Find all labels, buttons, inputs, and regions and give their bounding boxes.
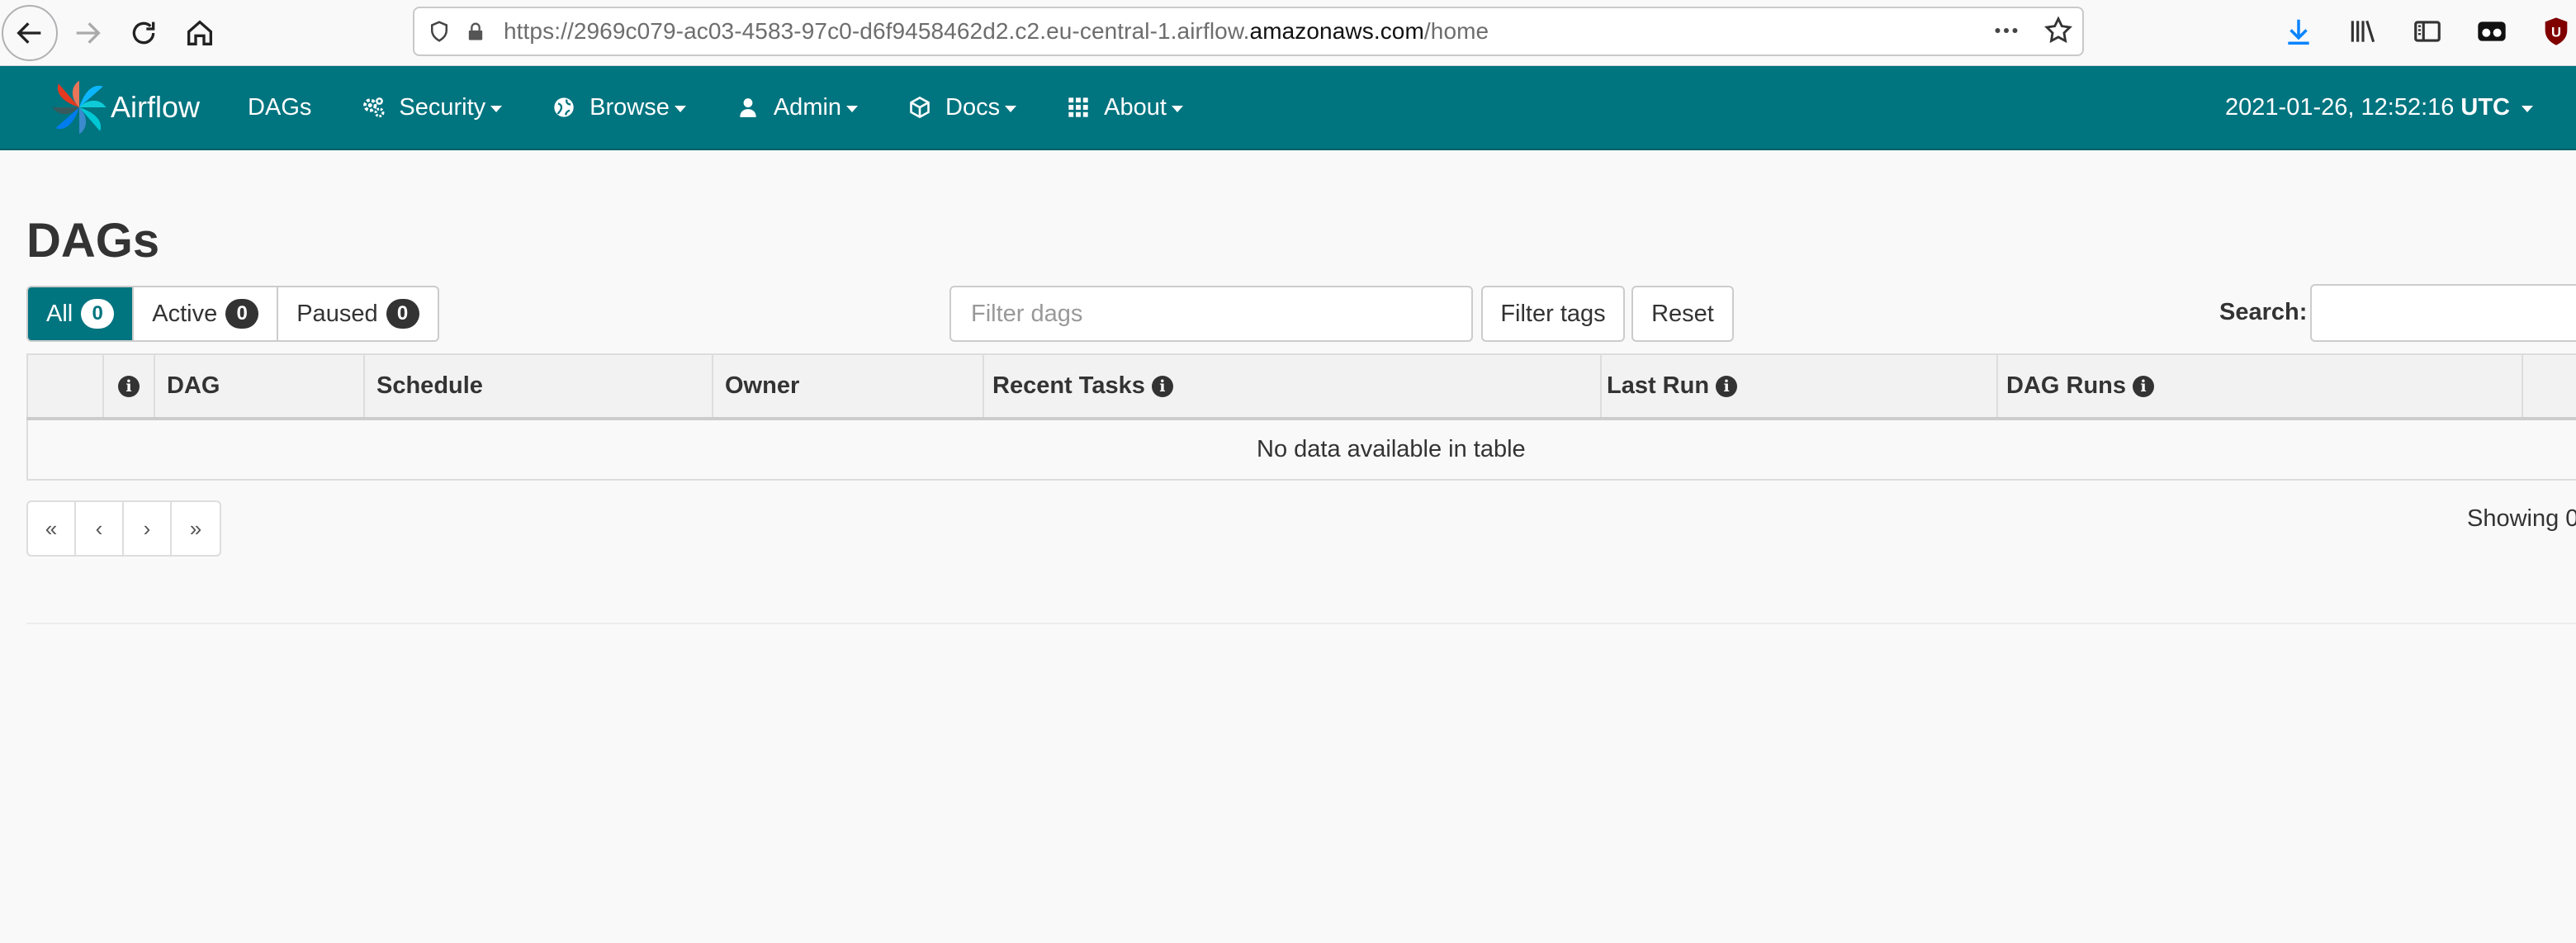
ublock-icon[interactable]: U xyxy=(2536,12,2576,51)
sidebar-icon[interactable] xyxy=(2408,12,2447,51)
col-dag[interactable]: DAG xyxy=(154,353,365,420)
url-prefix: https://2969c079-ac03-4583-97c0-d6f94584… xyxy=(504,18,1250,44)
pagination: « ‹ › » xyxy=(26,500,221,557)
dags-table: i DAG Schedule Owner Recent Tasks i Last … xyxy=(26,353,2576,481)
nav-docs[interactable]: Docs xyxy=(907,93,1017,121)
nav-admin[interactable]: Admin xyxy=(736,93,859,121)
dag-status-filter: All 0 Active 0 Paused 0 xyxy=(26,286,439,342)
brand-link[interactable]: Airflow xyxy=(50,78,200,137)
caret-down-icon xyxy=(490,106,503,112)
col-last-run[interactable]: Last Run i xyxy=(1600,353,1998,420)
search-label: Search: xyxy=(2219,299,2308,325)
nav-browse-label: Browse xyxy=(590,93,670,121)
table-row: No data available in table xyxy=(26,418,2576,481)
library-icon[interactable] xyxy=(2343,12,2383,51)
count-badge: 0 xyxy=(81,299,115,329)
tab-paused-label: Paused xyxy=(296,300,378,327)
globe-icon xyxy=(552,95,576,120)
nav-browse[interactable]: Browse xyxy=(552,94,686,121)
last-page-button[interactable]: » xyxy=(172,502,220,555)
nav-security[interactable]: Security xyxy=(361,93,503,121)
col-recent-tasks-label: Recent Tasks xyxy=(992,372,1145,399)
info-icon[interactable]: i xyxy=(118,376,140,398)
grid-icon xyxy=(1066,95,1091,120)
extension-icon[interactable] xyxy=(2472,12,2512,51)
col-last-run-label: Last Run xyxy=(1607,372,1710,399)
showing-count: Showing 0 xyxy=(2467,505,2576,532)
tab-active[interactable]: Active 0 xyxy=(134,287,279,340)
url-text[interactable]: https://2969c079-ac03-4583-97c0-d6f94584… xyxy=(504,18,1489,45)
next-page-button[interactable]: › xyxy=(124,502,172,555)
tab-all-label: All xyxy=(46,300,73,327)
empty-table-message: No data available in table xyxy=(26,418,2576,481)
url-path: /home xyxy=(1423,18,1489,44)
caret-down-icon xyxy=(2522,106,2533,112)
brand-text: Airflow xyxy=(111,90,201,124)
first-page-button[interactable]: « xyxy=(28,502,76,555)
airflow-navbar: Airflow DAGs Security Browse Admin Docs … xyxy=(0,66,2576,150)
nav-dags[interactable]: DAGs xyxy=(248,94,311,121)
col-toggle[interactable] xyxy=(26,353,104,420)
tab-active-label: Active xyxy=(152,300,218,327)
count-badge: 0 xyxy=(386,299,419,329)
forward-icon[interactable] xyxy=(61,7,114,59)
tab-paused[interactable]: Paused 0 xyxy=(278,287,437,340)
page-title: DAGs xyxy=(26,214,160,268)
col-dag-runs[interactable]: DAG Runs i xyxy=(1996,353,2523,420)
reload-icon[interactable] xyxy=(117,7,170,59)
more-icon[interactable] xyxy=(1991,16,2021,50)
timezone-label: UTC xyxy=(2460,93,2510,121)
filter-dags-input[interactable] xyxy=(949,286,1473,342)
airflow-logo-icon xyxy=(52,80,107,135)
url-bar[interactable]: https://2969c079-ac03-4583-97c0-d6f94584… xyxy=(413,7,2084,56)
download-icon[interactable] xyxy=(2279,12,2318,51)
info-icon[interactable]: i xyxy=(1716,376,1738,398)
caret-down-icon xyxy=(846,106,859,112)
star-icon[interactable] xyxy=(2043,15,2074,50)
nav-security-label: Security xyxy=(399,93,486,121)
nav-docs-label: Docs xyxy=(945,93,1001,121)
nav-about[interactable]: About xyxy=(1066,94,1183,121)
prev-page-button[interactable]: ‹ xyxy=(76,502,124,555)
info-icon[interactable]: i xyxy=(1151,376,1173,398)
table-header-row: i DAG Schedule Owner Recent Tasks i Last … xyxy=(26,353,2576,420)
col-recent-tasks[interactable]: Recent Tasks i xyxy=(983,353,1602,420)
timezone-dropdown[interactable]: 2021-01-26, 12:52:16 UTC xyxy=(2225,94,2533,121)
home-icon[interactable] xyxy=(173,7,226,59)
tab-all[interactable]: All 0 xyxy=(28,287,135,340)
url-host: amazonaws.com xyxy=(1249,18,1424,44)
reset-button[interactable]: Reset xyxy=(1631,286,1734,342)
info-icon[interactable]: i xyxy=(2133,376,2154,398)
col-links[interactable] xyxy=(2522,353,2576,420)
cube-icon xyxy=(907,95,932,120)
col-info[interactable]: i xyxy=(102,353,155,420)
col-schedule[interactable]: Schedule xyxy=(363,353,713,420)
back-icon[interactable] xyxy=(2,4,58,61)
nav-about-label: About xyxy=(1104,93,1167,121)
divider xyxy=(26,623,2576,624)
lock-icon[interactable] xyxy=(459,15,492,48)
current-time: 2021-01-26, 12:52:16 xyxy=(2225,93,2455,121)
filter-tags-button[interactable]: Filter tags xyxy=(1481,286,1625,342)
user-icon xyxy=(736,95,760,120)
col-dag-runs-label: DAG Runs xyxy=(2006,372,2126,399)
count-badge: 0 xyxy=(225,299,259,329)
col-owner[interactable]: Owner xyxy=(712,353,984,420)
svg-text:U: U xyxy=(2551,25,2561,40)
caret-down-icon xyxy=(1005,106,1017,112)
gears-icon xyxy=(361,95,386,120)
caret-down-icon xyxy=(674,106,686,112)
browser-toolbar: https://2969c079-ac03-4583-97c0-d6f94584… xyxy=(0,0,2576,66)
shield-icon[interactable] xyxy=(423,15,456,48)
nav-admin-label: Admin xyxy=(773,93,842,121)
search-input[interactable] xyxy=(2310,284,2576,342)
caret-down-icon xyxy=(1171,106,1183,112)
nav-dags-label: DAGs xyxy=(248,93,312,121)
